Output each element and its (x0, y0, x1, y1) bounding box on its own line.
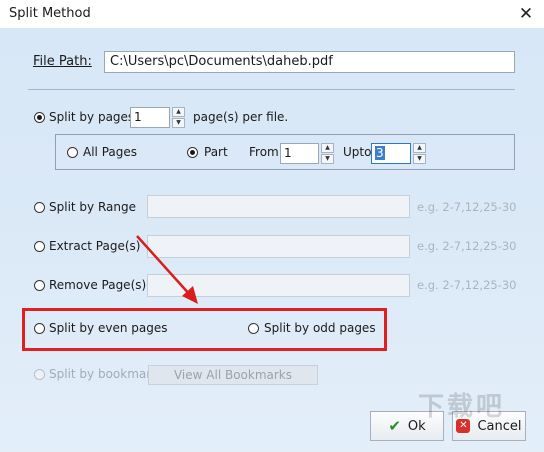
cancel-label: Cancel (477, 418, 522, 434)
spin-down-icon[interactable]: ▼ (321, 154, 334, 164)
from-page-input[interactable]: 1 (280, 143, 319, 164)
split-bookmark-radio[interactable] (34, 369, 45, 380)
file-path-value: C:\Users\pc\Documents\daheb.pdf (110, 54, 333, 69)
file-path-label: File Path: (33, 54, 92, 69)
all-pages-label[interactable]: All Pages (83, 145, 137, 159)
spin-up-icon[interactable]: ▲ (172, 107, 185, 117)
pages-per-file-input[interactable]: 1 (130, 107, 170, 128)
ok-label: Ok (407, 418, 426, 434)
split-by-range-hint: e.g. 2-7,12,25-30 (417, 200, 517, 214)
view-all-bookmarks-label: View All Bookmarks (173, 368, 293, 382)
spin-down-icon[interactable]: ▼ (172, 118, 185, 128)
split-odd-radio[interactable] (248, 323, 259, 334)
from-page-spinner[interactable]: ▲ ▼ (321, 143, 334, 164)
remove-pages-hint: e.g. 2-7,12,25-30 (417, 278, 517, 292)
spin-up-icon[interactable]: ▲ (321, 143, 334, 153)
extract-pages-hint: e.g. 2-7,12,25-30 (417, 239, 517, 253)
split-by-range-label[interactable]: Split by Range (49, 200, 136, 214)
cancel-button[interactable]: ✕ Cancel (452, 411, 526, 441)
spin-down-icon[interactable]: ▼ (413, 154, 426, 164)
upto-page-spinner[interactable]: ▲ ▼ (413, 143, 426, 164)
pages-per-file-suffix: page(s) per file. (193, 110, 289, 124)
from-label: From (249, 145, 279, 159)
dialog-body: File Path: C:\Users\pc\Documents\daheb.p… (0, 28, 544, 452)
split-method-dialog: Split Method ✕ File Path: C:\Users\pc\Do… (0, 0, 544, 452)
remove-pages-radio[interactable] (34, 280, 45, 291)
ok-button[interactable]: ✔ Ok (370, 411, 444, 441)
file-path-field[interactable]: C:\Users\pc\Documents\daheb.pdf (104, 51, 515, 73)
remove-pages-label[interactable]: Remove Page(s) (49, 278, 146, 292)
split-bookmark-label[interactable]: Split by bookmark (49, 367, 158, 381)
split-even-label[interactable]: Split by even pages (49, 321, 167, 335)
cancel-icon: ✕ (456, 419, 471, 433)
pages-per-file-spinner[interactable]: ▲ ▼ (172, 107, 185, 128)
split-by-pages-radio[interactable] (34, 112, 45, 123)
separator-line (28, 89, 515, 90)
upto-page-value: 3 (375, 146, 385, 160)
split-odd-label[interactable]: Split by odd pages (264, 321, 376, 335)
upto-label: Upto (343, 145, 372, 159)
extract-pages-input[interactable] (147, 235, 410, 258)
check-icon: ✔ (388, 417, 401, 435)
part-label[interactable]: Part (204, 145, 228, 159)
dialog-title: Split Method (9, 6, 91, 21)
upto-page-input[interactable]: 3 (371, 143, 411, 164)
title-bar: Split Method ✕ (0, 0, 544, 28)
view-all-bookmarks-button[interactable]: View All Bookmarks (148, 365, 318, 385)
split-by-range-input[interactable] (147, 195, 410, 218)
all-pages-radio[interactable] (67, 147, 78, 158)
extract-pages-radio[interactable] (34, 241, 45, 252)
split-by-pages-label[interactable]: Split by pages (49, 110, 134, 124)
extract-pages-label[interactable]: Extract Page(s) (49, 239, 140, 253)
remove-pages-input[interactable] (147, 274, 410, 297)
spin-up-icon[interactable]: ▲ (413, 143, 426, 153)
split-by-range-radio[interactable] (34, 202, 45, 213)
part-radio[interactable] (187, 147, 198, 158)
split-even-radio[interactable] (34, 323, 45, 334)
close-icon[interactable]: ✕ (508, 0, 544, 28)
